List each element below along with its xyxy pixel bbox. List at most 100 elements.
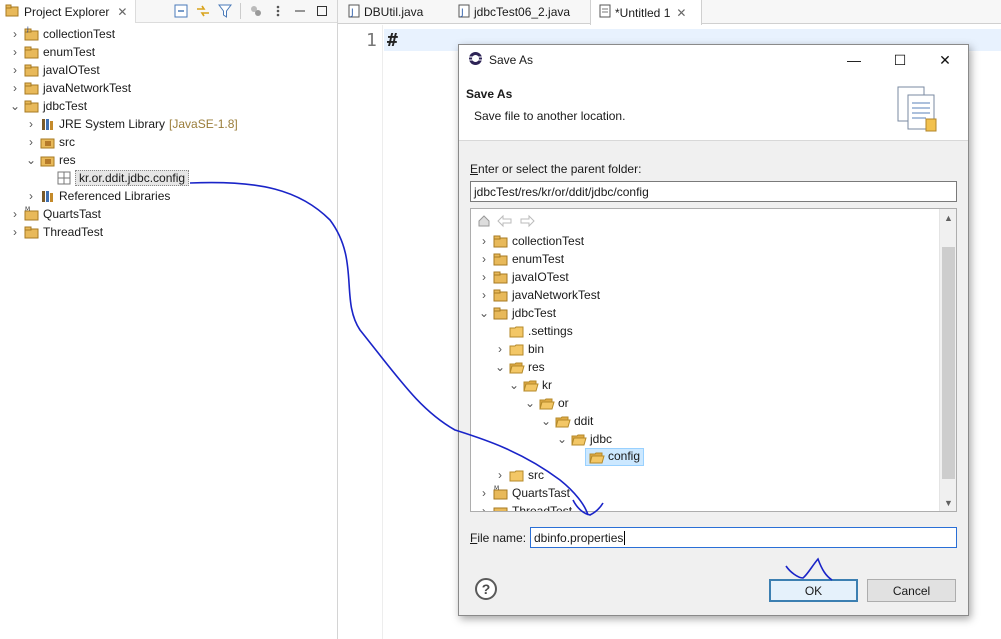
folder-open-icon (523, 377, 539, 393)
tree-item[interactable]: › javaIOTest (479, 268, 569, 286)
source-folder-item[interactable]: ⌄ res (26, 151, 76, 169)
project-item[interactable]: › ThreadTest (10, 223, 103, 241)
library-label: Referenced Libraries (59, 189, 171, 203)
maximize-icon[interactable]: ☐ (877, 45, 923, 75)
dialog-titlebar[interactable]: Save As — ☐ ✕ (459, 45, 968, 75)
package-item[interactable]: kr.or.ddit.jdbc.config (56, 169, 190, 187)
tree-item[interactable]: ⌄ jdbc (557, 430, 612, 448)
folder-label: res (59, 153, 76, 167)
file-name-input[interactable]: dbinfo.properties (530, 527, 957, 548)
home-icon[interactable] (477, 214, 491, 231)
chevron-right-icon[interactable]: › (26, 189, 36, 203)
tree-item[interactable]: › enumTest (479, 250, 564, 268)
close-icon[interactable]: ✕ (922, 45, 968, 75)
editor-tab[interactable]: J DBUtil.java (340, 0, 448, 24)
chevron-right-icon[interactable]: › (26, 117, 36, 131)
project-folder-icon (493, 503, 509, 511)
project-item[interactable]: › javaNetworkTest (10, 79, 131, 97)
project-item[interactable]: › M QuartsTast (10, 205, 101, 223)
forward-icon[interactable] (519, 214, 535, 231)
chevron-down-icon[interactable]: ⌄ (509, 378, 519, 392)
chevron-right-icon[interactable]: › (495, 342, 505, 356)
code-text[interactable]: # (387, 30, 398, 51)
tree-item[interactable]: › src (495, 466, 544, 484)
tree-item[interactable]: ⌄ res (495, 358, 545, 376)
tree-item[interactable]: › M QuartsTast (479, 484, 570, 502)
chevron-down-icon[interactable]: ⌄ (525, 396, 535, 410)
library-item[interactable]: › JRE System Library [JavaSE-1.8] (26, 115, 238, 133)
close-icon[interactable]: ✕ (676, 6, 686, 20)
chevron-down-icon[interactable]: ⌄ (479, 306, 489, 320)
package-icon (56, 170, 72, 186)
minimize-icon[interactable]: — (831, 45, 877, 75)
help-icon[interactable]: ? (475, 578, 497, 600)
scroll-thumb[interactable] (942, 247, 955, 479)
tree-item[interactable]: ⌄ ddit (541, 412, 593, 430)
chevron-right-icon[interactable]: › (10, 27, 20, 41)
folder-tree[interactable]: › collectionTest › enumTest › javaIOTest › j… (470, 208, 957, 512)
project-item[interactable]: ⌄ jdbcTest (10, 97, 87, 115)
dialog-title: Save As (489, 53, 534, 67)
chevron-down-icon[interactable]: ⌄ (10, 99, 20, 113)
tree-item[interactable]: › collectionTest (479, 232, 584, 250)
ok-button[interactable]: OK (769, 579, 858, 602)
chevron-right-icon[interactable]: › (495, 468, 505, 482)
tree-item[interactable]: .settings (509, 322, 573, 340)
project-explorer-title: Project Explorer (24, 4, 110, 19)
chevron-right-icon[interactable]: › (479, 270, 489, 284)
editor-tab-active[interactable]: *Untitled 1 ✕ (590, 0, 702, 25)
chevron-down-icon[interactable]: ⌄ (26, 153, 36, 167)
chevron-right-icon[interactable]: › (479, 252, 489, 266)
chevron-right-icon[interactable]: › (479, 504, 489, 511)
project-explorer-tab[interactable]: Project Explorer ✕ (0, 0, 136, 23)
tree-item[interactable]: › ThreadTest (479, 502, 572, 511)
tree-scrollbar[interactable]: ▲ ▼ (939, 209, 956, 511)
chevron-right-icon[interactable]: › (479, 288, 489, 302)
tree-item-label: .settings (528, 324, 573, 338)
chevron-right-icon[interactable]: › (10, 63, 20, 77)
project-item[interactable]: › J collectionTest (10, 25, 115, 43)
chevron-down-icon[interactable]: ⌄ (541, 414, 551, 428)
collapse-all-icon[interactable] (172, 2, 190, 20)
chevron-right-icon[interactable]: › (10, 225, 20, 239)
chevron-down-icon[interactable]: ⌄ (557, 432, 567, 446)
chevron-right-icon[interactable]: › (10, 81, 20, 95)
scroll-down-icon[interactable]: ▼ (940, 494, 956, 511)
project-label: QuartsTast (43, 207, 102, 221)
tree-item[interactable]: ⌄ or (525, 394, 569, 412)
project-item[interactable]: › javaIOTest (10, 61, 100, 79)
tree-item[interactable]: ⌄ jdbcTest (479, 304, 556, 322)
tree-item[interactable]: ⌄ kr (509, 376, 552, 394)
scroll-up-icon[interactable]: ▲ (940, 209, 956, 226)
tree-item-label: jdbc (590, 432, 613, 446)
library-label: JRE System Library (59, 117, 166, 131)
filter-icon[interactable] (216, 2, 234, 20)
file-name-label: File name: (470, 531, 526, 545)
back-icon[interactable] (497, 214, 513, 231)
library-item[interactable]: › Referenced Libraries (26, 187, 170, 205)
chevron-right-icon[interactable]: › (10, 207, 20, 221)
parent-folder-input[interactable]: jdbcTest/res/kr/or/ddit/jdbc/config (470, 181, 957, 202)
editor-tab[interactable]: J jdbcTest06_2.java (450, 0, 588, 24)
chevron-down-icon[interactable]: ⌄ (495, 360, 505, 374)
source-folder-item[interactable]: › src (26, 133, 75, 151)
maximize-view-icon[interactable] (313, 2, 331, 20)
focus-icon[interactable] (247, 2, 265, 20)
editor-tab-label: DBUtil.java (364, 5, 424, 19)
link-with-editor-icon[interactable] (194, 2, 212, 20)
close-icon[interactable]: ✕ (117, 5, 127, 19)
chevron-right-icon[interactable]: › (479, 486, 489, 500)
minimize-view-icon[interactable] (291, 2, 309, 20)
project-item[interactable]: › enumTest (10, 43, 95, 61)
line-number-gutter (338, 25, 383, 639)
chevron-right-icon[interactable]: › (10, 45, 20, 59)
chevron-right-icon[interactable]: › (26, 135, 36, 149)
view-menu-icon[interactable] (269, 2, 287, 20)
tree-item[interactable]: › javaNetworkTest (479, 286, 600, 304)
svg-text:M: M (494, 485, 499, 492)
tree-item-selected[interactable]: config (585, 448, 645, 466)
chevron-right-icon[interactable]: › (479, 234, 489, 248)
tree-item[interactable]: › bin (495, 340, 544, 358)
cancel-button[interactable]: Cancel (867, 579, 956, 602)
tree-item-label: or (558, 396, 569, 410)
